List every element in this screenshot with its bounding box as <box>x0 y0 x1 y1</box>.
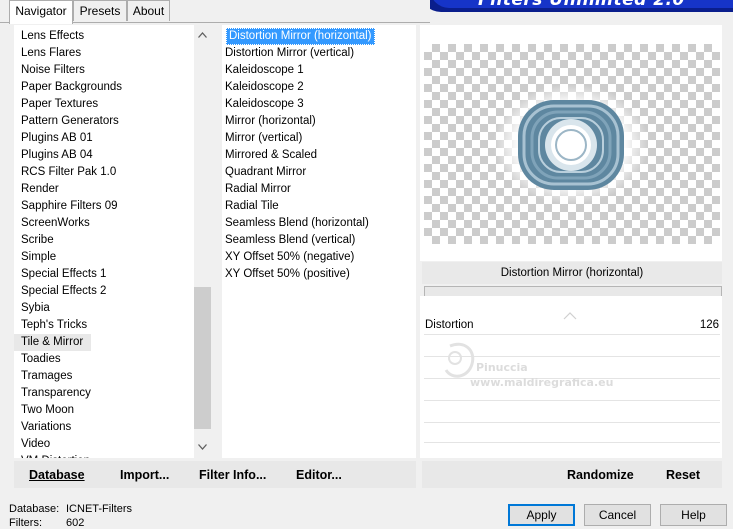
category-item[interactable]: Paper Backgrounds <box>14 79 122 96</box>
category-item[interactable]: Scribe <box>14 232 54 249</box>
database-status-value: ICNET-Filters <box>66 503 132 515</box>
category-item[interactable]: Plugins AB 01 <box>14 130 93 147</box>
preview-canvas <box>424 44 720 244</box>
slider-thumb-icon[interactable] <box>563 312 577 320</box>
filter-item[interactable]: Seamless Blend (vertical) <box>222 232 355 249</box>
filter-item[interactable]: Quadrant Mirror <box>222 164 306 181</box>
editor-button[interactable]: Editor... <box>296 468 342 482</box>
filter-item[interactable]: Kaleidoscope 1 <box>222 62 304 79</box>
category-item[interactable]: Video <box>14 436 50 453</box>
filter-item[interactable]: XY Offset 50% (positive) <box>222 266 350 283</box>
tab-presets[interactable]: Presets <box>73 0 127 21</box>
reset-button[interactable]: Reset <box>666 468 700 482</box>
cancel-button[interactable]: Cancel <box>584 504 651 526</box>
help-button[interactable]: Help <box>660 504 727 526</box>
category-item[interactable]: Teph's Tricks <box>14 317 87 334</box>
app-banner: Filters Unlimited 2.0 <box>430 0 733 13</box>
category-item[interactable]: Plugins AB 04 <box>14 147 93 164</box>
param-label: Distortion <box>425 319 474 331</box>
filter-title: Distortion Mirror (horizontal) <box>422 262 722 284</box>
category-list[interactable]: Lens Effects Lens Flares Noise Filters Pape… <box>14 25 194 458</box>
filter-item[interactable]: Mirror (horizontal) <box>222 113 316 130</box>
filter-item[interactable]: Distortion Mirror (vertical) <box>222 45 354 62</box>
randomize-button[interactable]: Randomize <box>567 468 634 482</box>
category-item[interactable]: Render <box>14 181 59 198</box>
database-button[interactable]: Database <box>29 468 85 482</box>
filter-item[interactable]: Radial Mirror <box>222 181 291 198</box>
filter-item[interactable]: Kaleidoscope 2 <box>222 79 304 96</box>
watermark-name: Pinuccia <box>476 361 528 374</box>
category-item[interactable]: Two Moon <box>14 402 74 419</box>
category-item[interactable]: RCS Filter Pak 1.0 <box>14 164 116 181</box>
watermark-url: www.maldiregrafica.eu <box>470 376 614 389</box>
filter-info-button[interactable]: Filter Info... <box>199 468 266 482</box>
filter-item[interactable]: Mirrored & Scaled <box>222 147 317 164</box>
category-item[interactable]: Tramages <box>14 368 72 385</box>
category-item[interactable]: Simple <box>14 249 56 266</box>
category-item[interactable]: Paper Textures <box>14 96 98 113</box>
category-item[interactable]: Toadies <box>14 351 61 368</box>
category-item[interactable]: Noise Filters <box>14 62 85 79</box>
import-button[interactable]: Import... <box>120 468 169 482</box>
filter-item[interactable]: Distortion Mirror (horizontal) <box>226 28 375 45</box>
database-status-label: Database: <box>9 503 60 515</box>
tab-navigator[interactable]: Navigator <box>9 0 73 24</box>
banner-title: Filters Unlimited 2.0 <box>478 0 685 10</box>
category-item[interactable]: Transparency <box>14 385 91 402</box>
filter-item[interactable]: Radial Tile <box>222 198 279 215</box>
category-item[interactable]: Lens Effects <box>14 28 84 45</box>
preview-image <box>493 84 649 204</box>
category-item[interactable]: VM Distortion <box>14 453 90 458</box>
param-value[interactable]: 126 <box>690 319 719 331</box>
chevron-down-icon[interactable] <box>194 439 211 456</box>
category-item[interactable]: Tile & Mirror <box>14 334 91 351</box>
filters-count-label: Filters: <box>9 517 42 529</box>
tab-about[interactable]: About <box>127 0 170 21</box>
filter-item[interactable]: Mirror (vertical) <box>222 130 302 147</box>
chevron-up-icon[interactable] <box>194 27 211 44</box>
category-item[interactable]: ScreenWorks <box>14 215 90 232</box>
category-item[interactable]: Pattern Generators <box>14 113 119 130</box>
filter-list[interactable]: Distortion Mirror (horizontal) Distortion… <box>222 25 416 458</box>
category-scrollbar[interactable] <box>194 25 211 458</box>
scrollbar-thumb[interactable] <box>194 287 211 429</box>
category-item[interactable]: Sapphire Filters 09 <box>14 198 118 215</box>
filter-item[interactable]: XY Offset 50% (negative) <box>222 249 354 266</box>
category-item[interactable]: Sybia <box>14 300 50 317</box>
apply-button[interactable]: Apply <box>508 504 575 526</box>
category-item[interactable]: Lens Flares <box>14 45 81 62</box>
filter-item[interactable]: Seamless Blend (horizontal) <box>222 215 369 232</box>
filters-count-value: 602 <box>66 517 85 529</box>
category-item[interactable]: Special Effects 1 <box>14 266 106 283</box>
filter-item[interactable]: Kaleidoscope 3 <box>222 96 304 113</box>
category-item[interactable]: Variations <box>14 419 71 436</box>
category-item[interactable]: Special Effects 2 <box>14 283 106 300</box>
